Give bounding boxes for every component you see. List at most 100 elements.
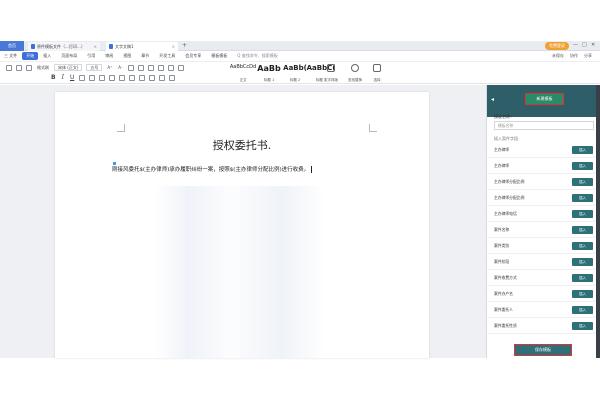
list-item: 主办律师 插入 [487,142,600,158]
template-name-placeholder: 模板名称 [498,122,514,128]
cut-icon[interactable] [16,64,22,71]
document-body[interactable]: 刚接风委托$(主办律师)承办履职纠纷一案，按照$(主办律师分配比例)进行收费。 [112,165,313,173]
menu-bar: 三 文件 开始 插入 页面布局 引用 审阅 视图 章节 开发工具 会员专享 模板… [0,51,600,62]
line-spacing-icon[interactable] [159,74,166,81]
indent-icon[interactable] [158,64,165,71]
style-heading-1[interactable]: AaBb 标题 1 [257,64,280,83]
font-color-icon[interactable] [99,74,106,81]
justify-icon[interactable] [149,74,156,81]
list-item: 主办律师分配比例 插入 [487,174,600,190]
copy-icon[interactable] [26,64,32,71]
list-item: 案件委托性质 插入 [487,318,600,334]
insert-button[interactable]: 插入 [572,162,593,170]
save-template-button[interactable]: 保存模板 [514,344,572,356]
new-template-button[interactable]: 新建模板 [525,93,564,105]
menu-developer[interactable]: 开发工具 [154,53,180,59]
style-normal[interactable]: AaBbCcDd 正文 [230,64,256,83]
align-center-icon[interactable] [129,74,136,81]
menu-home[interactable]: 开始 [22,52,39,60]
clear-format-icon[interactable] [128,64,135,71]
margin-marker [369,124,377,132]
borders-icon[interactable] [169,74,176,81]
style-heading-2[interactable]: AaBb( 标题 2 [283,64,307,83]
document-title[interactable]: 授权委托书. [55,137,429,153]
close-icon[interactable]: × [94,44,97,49]
field-label: 案件名称 [494,226,510,232]
tab-home[interactable]: 首页 [0,41,24,51]
numbered-list-icon[interactable] [148,64,155,71]
field-label: 主办律师分配比例 [494,194,525,200]
command-search[interactable]: Q 查找命令、搜索模板 [232,53,282,59]
menu-references[interactable]: 引用 [82,53,100,59]
sort-icon[interactable] [178,64,185,71]
insert-button[interactable]: 插入 [572,258,593,266]
insert-button[interactable]: 插入 [572,242,593,250]
menu-file[interactable]: 三 文件 [0,53,22,59]
menu-review[interactable]: 审阅 [100,53,118,59]
select-button[interactable]: 选择 [366,64,388,83]
insert-button[interactable]: 插入 [572,194,593,202]
underline-button[interactable]: U [70,74,74,81]
menu-view[interactable]: 视图 [118,53,136,59]
align-left-icon[interactable] [119,74,126,81]
minimize-icon[interactable]: — [573,42,578,48]
list-icon[interactable] [138,64,145,71]
insert-button[interactable]: 插入 [572,210,593,218]
format-painter[interactable]: 格式刷 [37,65,49,71]
menu-sections[interactable]: 章节 [136,53,154,59]
highlight-icon[interactable] [109,74,116,81]
field-label: 主办律师分配比例 [494,178,525,184]
tab-document-1[interactable]: 原件模板文件（…打印…） × [28,42,100,51]
close-icon[interactable]: × [172,44,175,49]
template-panel: ◂ 新建模板 模板名称： 模板名称 插入案件字段 主办律师 插入 主办律师 插入 主… [486,85,600,358]
font-size-select[interactable]: 五号 [86,64,103,71]
document-body-text: 刚接风委托$(主办律师)承办履职纠纷一案，按照$(主办律师分配比例)进行收费。 [112,167,310,173]
template-name-input[interactable]: 模板名称 [494,121,594,130]
font-family-select[interactable]: 宋体 (正文) [54,64,83,71]
field-label: 案件收费方式 [494,274,517,280]
list-item: 主办律师分配比例 插入 [487,190,600,206]
menu-layout[interactable]: 页面布局 [56,53,82,59]
maximize-icon[interactable]: □ [582,42,587,48]
insert-button[interactable]: 插入 [572,226,593,234]
shrink-font-button[interactable]: A⁻ [118,65,123,70]
new-tab-button[interactable]: + [182,42,187,49]
select-label: 选择 [373,78,381,82]
text-layout-icon [327,64,335,72]
menu-insert[interactable]: 插入 [38,53,56,59]
insert-button[interactable]: 插入 [572,178,593,186]
superscript-icon[interactable] [89,74,96,81]
menu-member[interactable]: 会员专享 [180,53,206,59]
find-replace-button[interactable]: 查找替换 [344,64,366,83]
field-label: 案件类别 [494,242,510,248]
paste-icon[interactable] [6,64,12,71]
share-button[interactable]: 分享 [584,53,592,59]
list-item: 案件名称 插入 [487,222,600,238]
insert-button[interactable]: 插入 [572,146,593,154]
insert-button[interactable]: 插入 [572,306,593,314]
tab-document-2[interactable]: 文字文稿1 × [106,42,178,51]
insert-button[interactable]: 插入 [572,274,593,282]
close-window-icon[interactable]: ✕ [591,42,595,48]
document-page[interactable]: 授权委托书. 刚接风委托$(主办律师)承办履职纠纷一案，按照$(主办律师分配比例… [55,92,429,358]
field-label: 主办律师 [494,146,510,152]
template-name-label: 模板名称： [494,114,514,119]
page-background-shade [155,186,325,358]
align-right-icon[interactable] [139,74,146,81]
outdent-icon[interactable] [168,64,175,71]
grow-font-button[interactable]: A⁺ [107,65,112,70]
insert-button[interactable]: 插入 [572,290,593,298]
insert-button[interactable]: 插入 [572,322,593,330]
collaborate-button[interactable]: 协作 [570,53,578,59]
text-layout-button[interactable]: 文字排版 [320,64,342,83]
strikethrough-icon[interactable] [79,74,86,81]
list-item: 主办律师 插入 [487,158,600,174]
menu-templates[interactable]: 模板模板 [206,53,232,59]
login-button[interactable]: 免费登录 [545,42,569,50]
style-label: 标题 2 [289,78,301,82]
list-item: 案件类别 插入 [487,238,600,254]
list-item: 主办律师电话 插入 [487,206,600,222]
back-icon[interactable]: ◂ [491,96,494,103]
italic-button[interactable]: I [62,74,64,81]
bold-button[interactable]: B [51,74,56,81]
